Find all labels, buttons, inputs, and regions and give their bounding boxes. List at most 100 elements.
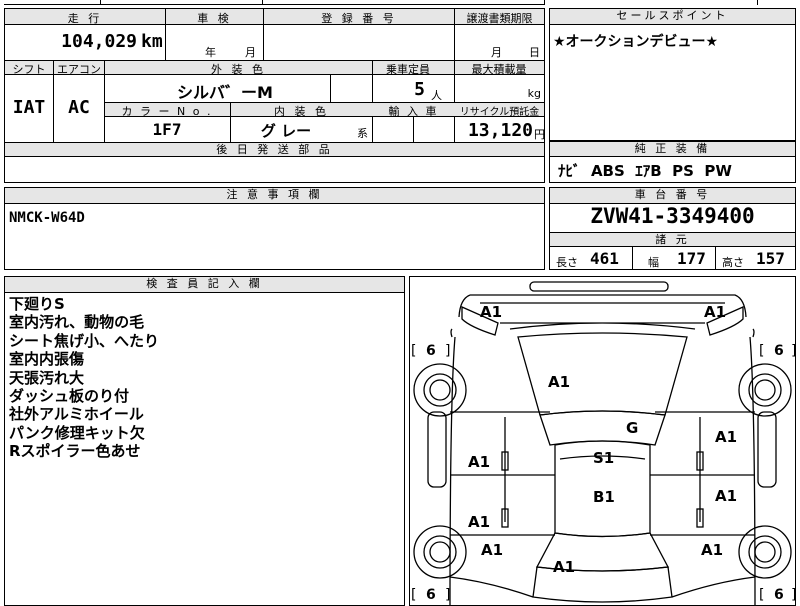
specs-label: 諸 元 (550, 233, 795, 247)
equipment-value: ﾅﾋﾞ ABS ｴｱB PS PW (558, 162, 732, 180)
note-line: Rスポイラー色あせ (9, 442, 141, 461)
svg-text:[: [ (759, 343, 764, 359)
top-cut-divider (757, 0, 758, 5)
right-side-panel-shape (757, 411, 777, 488)
recycle-deposit-label: リサイクル預託金 (459, 107, 540, 118)
chassis-number-label: 車 台 番 号 (550, 188, 795, 204)
width-label: 幅 (648, 256, 659, 269)
inspection-label: 車 検 (197, 12, 232, 25)
height-label: 高さ (722, 256, 744, 269)
svg-text:]: ] (791, 343, 795, 359)
note-line: 室内内張傷 (9, 350, 85, 369)
inspector-notes-box: 検 査 員 記 入 欄 下廻りS 室内汚れ、動物の毛 シート焦げ小、へたり 室内… (4, 276, 405, 606)
note-line: シート焦げ小、へたり (9, 331, 160, 350)
exterior-color-value: シルバ゛ーM (177, 83, 273, 102)
body-outline-shape (449, 336, 756, 605)
tire-tread-rear-right: 6 (774, 587, 784, 603)
caution-label: 注 意 事 項 欄 (5, 188, 544, 204)
mileage-label: 走 行 (67, 12, 103, 25)
mark-front-left-corner: A1 (480, 303, 502, 321)
note-line: 天張汚れ大 (9, 368, 85, 387)
mark-right-rear-fender: A1 (701, 541, 723, 559)
max-load-unit: kg (527, 87, 541, 100)
mark-left-rear-fender: A1 (481, 541, 503, 559)
mark-trunk: A1 (553, 558, 575, 576)
svg-text:[: [ (411, 343, 416, 359)
height-value: 157 (756, 249, 785, 268)
equipment-box: 純 正 装 備 ﾅﾋﾞ ABS ｴｱB PS PW (549, 141, 796, 183)
aircon-value: AC (68, 97, 90, 118)
capacity-unit: 人 (431, 89, 442, 102)
tire-tread-front-right: 6 (774, 343, 784, 359)
registration-label: 登 録 番 号 (321, 12, 397, 25)
mileage-unit: km (141, 31, 163, 52)
front-right-tire-shape (738, 363, 792, 417)
caution-box: 注 意 事 項 欄 NMCK-W64D (4, 187, 545, 270)
vehicle-info-grid: 走 行 車 検 登 録 番 号 譲渡書類期限 104,029 km 年 月 月 … (4, 8, 545, 183)
sales-point-label: セールスポイント (550, 9, 795, 25)
top-cut-line (4, 4, 544, 5)
capacity-label: 乗車定員 (386, 63, 430, 76)
caution-value: NMCK-W64D (9, 210, 85, 226)
svg-text:[: [ (411, 587, 416, 603)
note-line: 社外アルミホイール (9, 405, 144, 424)
exterior-color-label: 外 装 色 (211, 63, 266, 76)
mark-front-right-corner: A1 (704, 303, 726, 321)
inspector-notes-label: 検 査 員 記 入 欄 (5, 277, 404, 293)
later-parts-label: 後 日 発 送 部 品 (216, 143, 333, 156)
top-cut-divider (544, 0, 545, 5)
transfer-month: 月 (491, 46, 502, 59)
svg-text:]: ] (445, 587, 450, 603)
note-line: 室内汚れ、動物の毛 (9, 313, 145, 332)
length-label: 長さ (556, 256, 578, 269)
transfer-day: 日 (529, 46, 540, 59)
sales-point-value: ★オークションデビュー★ (553, 34, 719, 50)
tire-tread-front-left: 6 (426, 343, 436, 359)
chassis-box: 車 台 番 号 ZVW41-3349400 諸 元 長さ 461 幅 177 高… (549, 187, 796, 270)
max-load-label: 最大積載量 (471, 63, 527, 76)
shift-label: シフト (12, 63, 46, 76)
mileage-value: 104,029 (61, 31, 137, 52)
equipment-label: 純 正 装 備 (550, 142, 795, 157)
note-line: ダッシュ板のり付 (9, 387, 130, 406)
color-number-label: カ ラ ー N o . (121, 105, 213, 118)
inspection-year: 年 (205, 46, 216, 59)
chassis-number-value: ZVW41-3349400 (590, 204, 755, 228)
inspector-notes-list: 下廻りS 室内汚れ、動物の毛 シート焦げ小、へたり 室内内張傷 天張汚れ大 ダッ… (9, 295, 159, 461)
aircon-label: エアコン (57, 63, 101, 76)
interior-color-suffix: 系 (357, 127, 368, 140)
front-bumper-shape (458, 294, 747, 318)
svg-text:]: ] (791, 587, 795, 603)
bonnet-shape (517, 332, 688, 416)
damage-diagram-box: A1 A1 A1 G A1 A1 S1 B1 A1 A1 A1 A1 A1 [ … (409, 276, 796, 606)
recycle-deposit-value: 13,120 (467, 120, 533, 141)
color-number-value: 1F7 (152, 120, 182, 139)
inspection-month: 月 (245, 46, 256, 59)
later-parts-header: 後 日 発 送 部 品 (5, 143, 544, 157)
left-side-panel-shape (427, 411, 447, 488)
length-value: 461 (590, 249, 619, 268)
mark-left-rear-door: A1 (468, 513, 490, 531)
mark-left-front-door: A1 (468, 453, 490, 471)
svg-text:]: ] (445, 343, 450, 359)
mark-roof-front: G (626, 419, 638, 437)
mark-roof-rear: B1 (593, 488, 615, 506)
interior-color-label: 内 装 色 (274, 105, 329, 118)
car-diagram: A1 A1 A1 G A1 A1 S1 B1 A1 A1 A1 A1 A1 [ … (411, 281, 795, 605)
sales-point-box: セールスポイント ★オークションデビュー★ (549, 8, 796, 141)
front-spoiler-shape (529, 281, 669, 292)
windshield-shape (539, 410, 666, 446)
width-value: 177 (677, 249, 706, 268)
top-cut-divider (100, 0, 101, 5)
rear-left-tire-shape (413, 525, 467, 579)
shift-value: IAT (12, 97, 46, 118)
mark-bonnet: A1 (548, 373, 570, 391)
rear-right-tire-shape (738, 525, 792, 579)
mark-right-rear-door: A1 (715, 487, 737, 505)
mark-roof: S1 (593, 449, 614, 467)
note-line: 下廻りS (9, 295, 65, 313)
front-left-tire-shape (413, 363, 467, 417)
recycle-deposit-unit: 円 (534, 128, 545, 141)
transfer-deadline-label: 譲渡書類期限 (466, 12, 533, 25)
mark-right-front-door: A1 (715, 428, 737, 446)
